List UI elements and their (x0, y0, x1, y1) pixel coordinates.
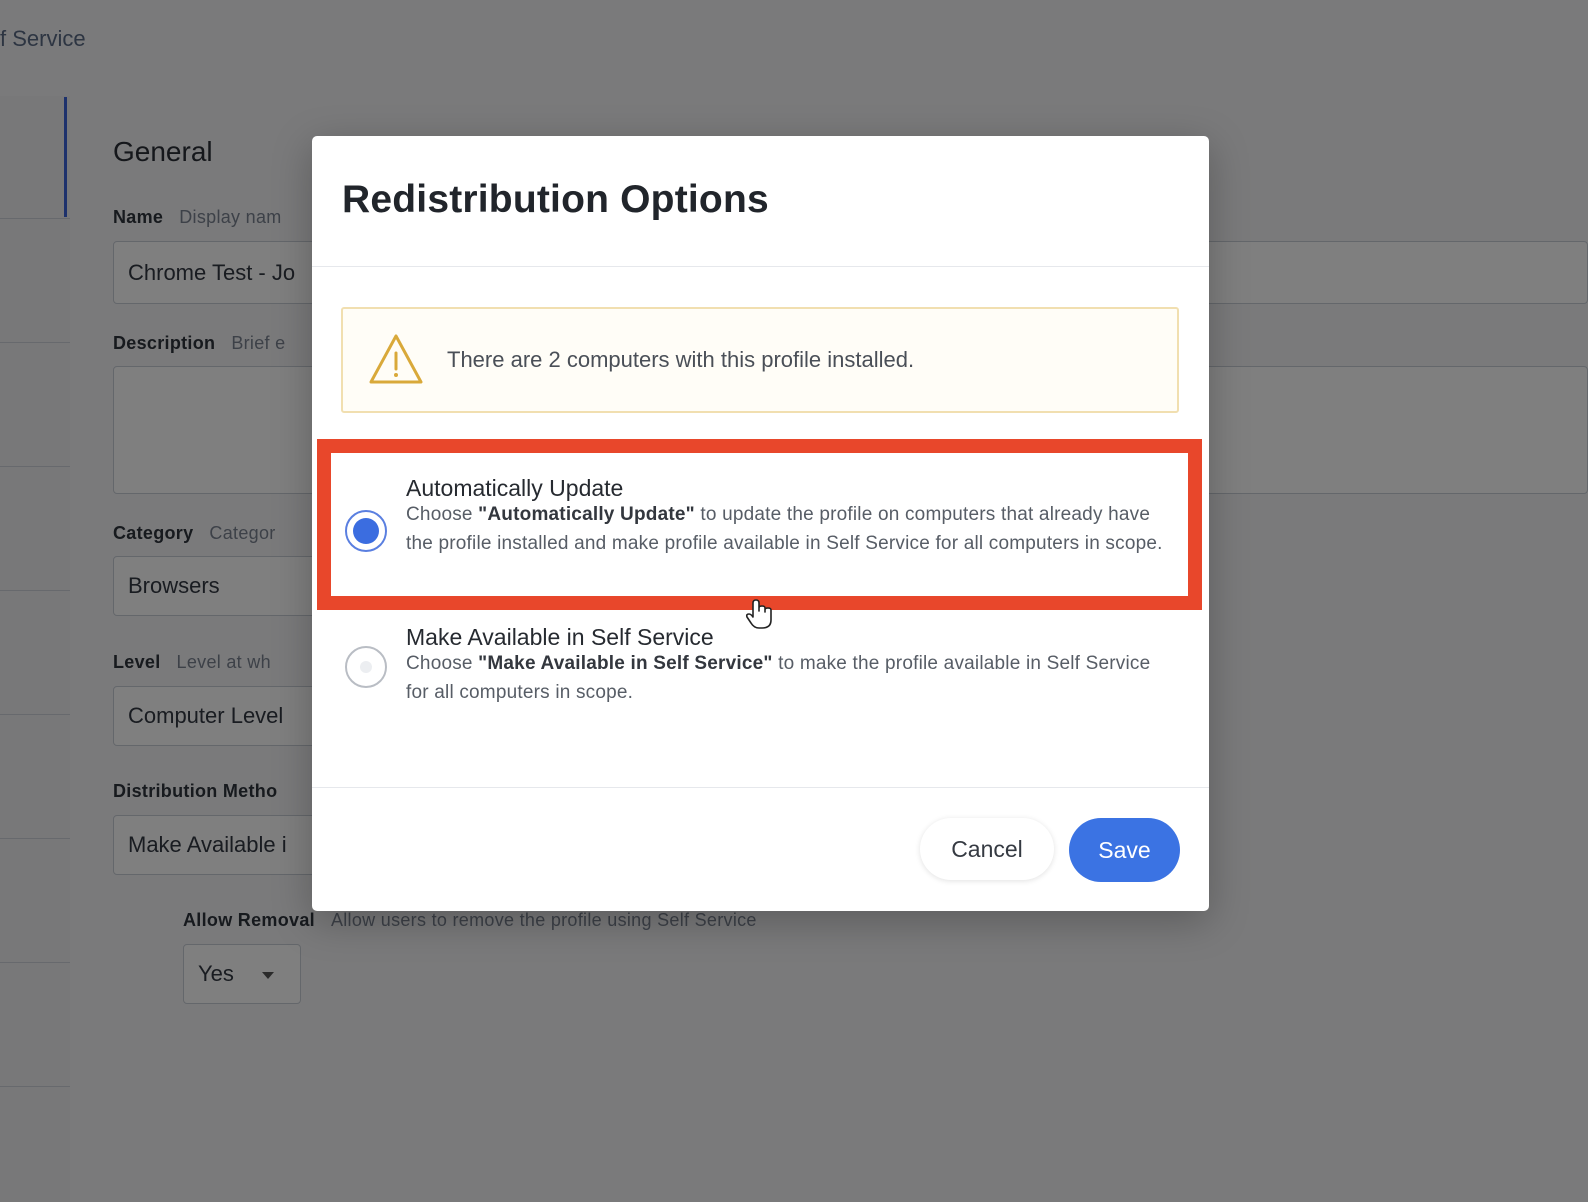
radio-dot (360, 661, 372, 673)
redistribution-options-dialog: Redistribution Options There are 2 compu… (312, 136, 1209, 911)
radio-make-available-self-service[interactable] (345, 646, 387, 688)
divider (312, 787, 1209, 788)
divider (312, 266, 1209, 267)
dialog-title: Redistribution Options (342, 178, 769, 221)
save-button[interactable]: Save (1069, 818, 1180, 882)
cancel-button[interactable]: Cancel (920, 818, 1054, 880)
warning-text: There are 2 computers with this profile … (447, 347, 915, 372)
option-description: Choose "Make Available in Self Service" … (406, 653, 1151, 703)
option-title: Make Available in Self Service (406, 624, 714, 650)
highlight-annotation-box (317, 439, 1202, 610)
hand-cursor-icon (745, 599, 772, 629)
warning-triangle-icon (369, 334, 423, 384)
warning-banner: There are 2 computers with this profile … (341, 307, 1179, 413)
